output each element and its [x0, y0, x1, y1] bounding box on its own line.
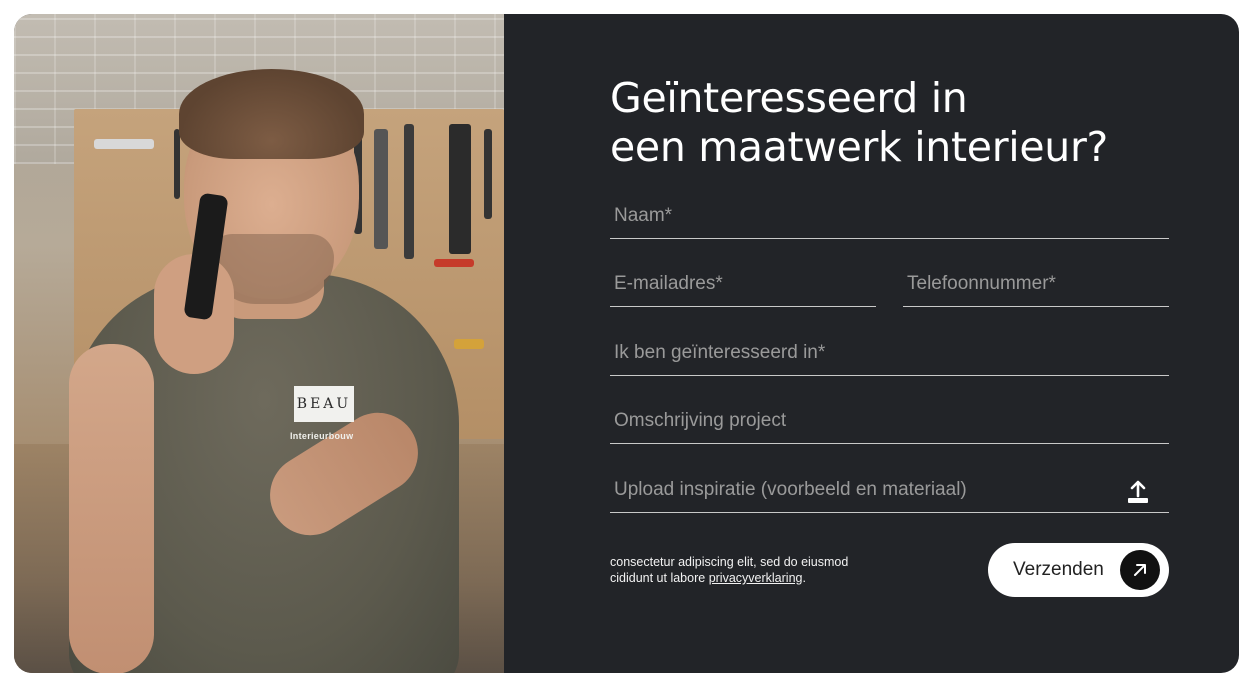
phone-field [903, 262, 1169, 307]
description-field [610, 399, 1169, 444]
interest-field [610, 331, 1169, 376]
upload-input[interactable] [610, 467, 1169, 512]
contact-form: Geïnteresseerd in een maatwerk interieur… [504, 14, 1239, 673]
description-input[interactable] [610, 399, 1169, 443]
shirt-logo: BEAU [294, 386, 354, 422]
person-hair [179, 69, 364, 159]
privacy-link[interactable]: privacyverklaring [709, 571, 803, 585]
interest-input[interactable] [610, 331, 1169, 375]
name-input[interactable] [610, 194, 1169, 238]
form-heading: Geïnteresseerd in een maatwerk interieur… [610, 74, 1108, 171]
person-arm [69, 344, 154, 673]
shirt-logo-text: BEAU [296, 396, 352, 412]
submit-button[interactable]: Verzenden [988, 543, 1169, 597]
email-input[interactable] [610, 262, 876, 306]
privacy-consent-text: consectetur adipiscing elit, sed do eius… [610, 554, 880, 586]
workshop-photo: BEAU Interieurbouw [14, 14, 504, 673]
submit-label: Verzenden [1013, 559, 1104, 580]
shirt-logo-subtext: Interieurbouw [290, 431, 354, 441]
arrow-up-right-icon [1120, 550, 1160, 590]
email-field [610, 262, 876, 307]
name-field [610, 194, 1169, 239]
consent-suffix: . [802, 571, 806, 585]
phone-input[interactable] [903, 262, 1169, 306]
upload-field [610, 467, 1169, 513]
contact-card: BEAU Interieurbouw Geïnteresseerd in een… [14, 14, 1239, 673]
upload-icon[interactable] [1125, 479, 1151, 505]
